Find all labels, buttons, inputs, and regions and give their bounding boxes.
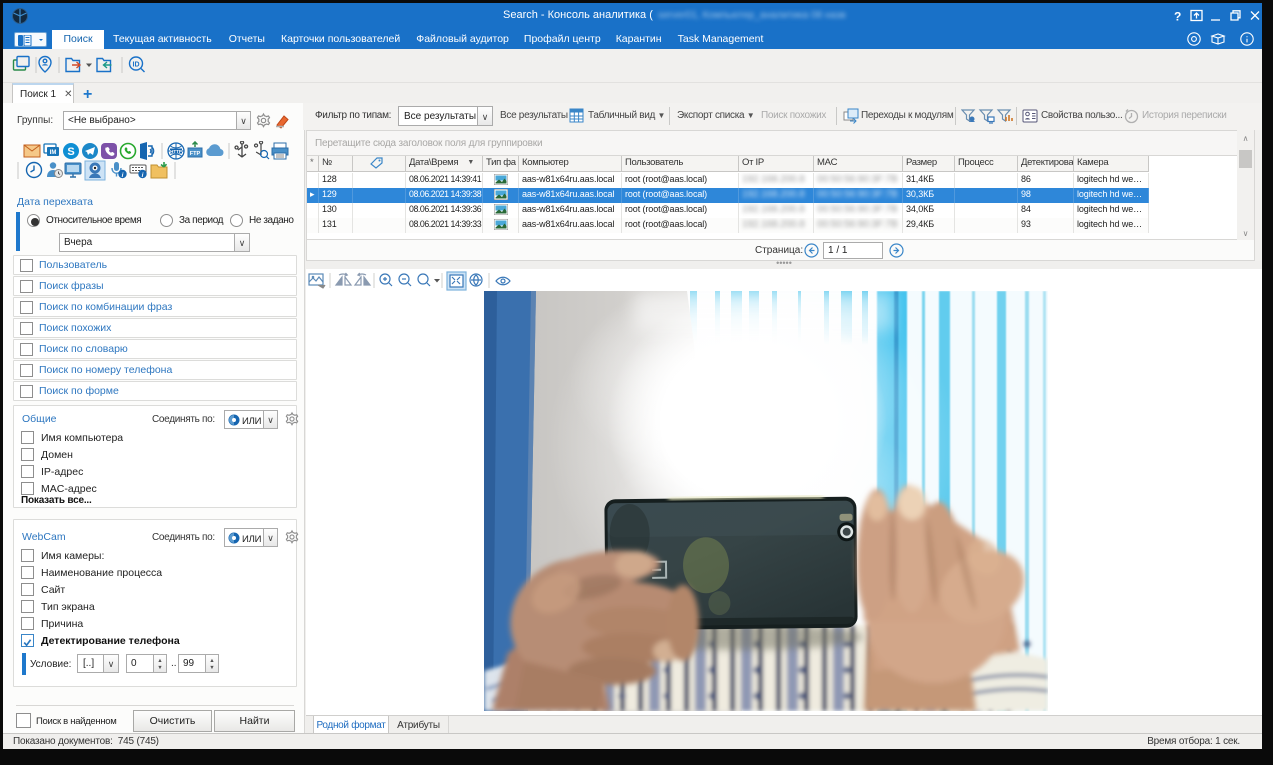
svg-text:S: S <box>67 146 74 158</box>
svg-text:ID: ID <box>133 62 140 69</box>
svg-text:?: ? <box>1174 10 1181 24</box>
svg-text:i: i <box>122 172 124 179</box>
svg-text:i: i <box>142 172 144 179</box>
svg-text:FTP: FTP <box>190 151 201 157</box>
svg-text:IM: IM <box>50 150 57 156</box>
svg-text:HTTP: HTTP <box>170 149 182 154</box>
